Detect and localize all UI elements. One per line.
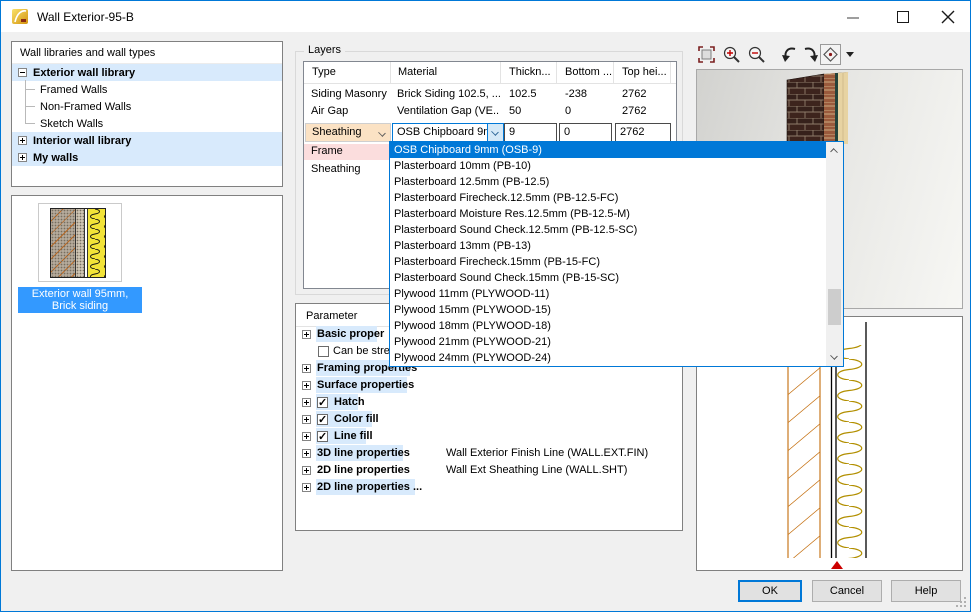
window-title: Wall Exterior-95-B	[37, 10, 134, 24]
dropdown-option[interactable]: Plasterboard Sound Check.12.5mm (PB-12.5…	[390, 222, 826, 238]
tree-branch-line	[25, 81, 38, 98]
top-height-input[interactable]: 2762	[615, 123, 671, 142]
dropdown-scrollbar[interactable]	[826, 142, 843, 366]
table-row[interactable]: Siding Masonry Brick Siding 102.5, ... 1…	[304, 86, 676, 103]
expand-icon[interactable]	[18, 136, 27, 145]
param-row-2d-line-properties[interactable]: 2D line properties Wall Ext Sheathing Li…	[296, 462, 410, 478]
tree-item-sketch-walls[interactable]: Sketch Walls	[12, 115, 282, 132]
checkbox-checked[interactable]	[317, 397, 328, 408]
wall-thumbnail[interactable]	[38, 203, 122, 282]
expand-icon[interactable]	[302, 466, 311, 475]
dropdown-option-selected[interactable]: OSB Chipboard 9mm (OSB-9)	[390, 142, 826, 158]
material-dropdown-list: OSB Chipboard 9mm (OSB-9) Plasterboard 1…	[389, 141, 844, 367]
title-bar: Wall Exterior-95-B	[1, 1, 970, 32]
param-row-3d-line-properties[interactable]: 3D line properties Wall Exterior Finish …	[296, 445, 410, 461]
column-header-material[interactable]: Material	[391, 62, 501, 83]
rotate-cw-icon[interactable]	[780, 45, 799, 64]
layer-type-combobox[interactable]: Sheathing	[305, 123, 391, 142]
dropdown-option[interactable]: Plasterboard 12.5mm (PB-12.5)	[390, 174, 826, 190]
tree-branch-line	[25, 98, 38, 115]
table-row[interactable]: Air Gap Ventilation Gap (VE... 50 0 2762	[304, 103, 676, 120]
zoom-in-icon[interactable]	[722, 45, 741, 64]
expand-icon[interactable]	[302, 381, 311, 390]
bottom-input[interactable]: 0	[559, 123, 612, 142]
insulation-layer-hatch	[88, 209, 105, 277]
combobox-dropdown-button[interactable]	[487, 124, 503, 141]
pan-mode-dropdown-icon[interactable]	[846, 52, 854, 57]
column-header-type[interactable]: Type	[304, 62, 391, 83]
param-row-color-fill[interactable]: Color fill	[296, 411, 379, 427]
collapse-icon[interactable]	[18, 68, 27, 77]
tree-branch-line	[25, 115, 38, 132]
rotate-ccw-icon[interactable]	[801, 45, 820, 64]
fit-view-icon[interactable]	[697, 45, 716, 64]
scroll-up-icon[interactable]	[826, 142, 843, 159]
expand-icon[interactable]	[302, 415, 311, 424]
expand-icon[interactable]	[302, 364, 311, 373]
pan-mode-button[interactable]	[820, 44, 841, 65]
dropdown-option[interactable]: Plywood 24mm (PLYWOOD-24)	[390, 350, 826, 366]
tree-item-framed-walls[interactable]: Framed Walls	[12, 81, 282, 98]
tree-item-exterior-wall-library[interactable]: Exterior wall library	[12, 64, 282, 81]
dropdown-option[interactable]: Plasterboard 13mm (PB-13)	[390, 238, 826, 254]
minimize-icon[interactable]	[847, 17, 859, 19]
dropdown-option[interactable]: Plasterboard Moisture Res.12.5mm (PB-12.…	[390, 206, 826, 222]
layers-group-label: Layers	[304, 44, 345, 56]
brick-layer-hatch	[51, 209, 76, 277]
chevron-down-icon	[378, 129, 386, 137]
table-row-editing: Sheathing OSB Chipboard 9n 9 0 2762	[304, 123, 676, 142]
gap-layer-hatch	[76, 209, 85, 277]
tree-item-non-framed-walls[interactable]: Non-Framed Walls	[12, 98, 282, 115]
dropdown-option[interactable]: Plywood 11mm (PLYWOOD-11)	[390, 286, 826, 302]
resize-grip[interactable]	[956, 597, 966, 607]
tree-item-interior-wall-library[interactable]: Interior wall library	[12, 132, 282, 149]
dropdown-option[interactable]: Plasterboard Firecheck.12.5mm (PB-12.5-F…	[390, 190, 826, 206]
cancel-button[interactable]: Cancel	[812, 580, 882, 602]
tree-item-my-walls[interactable]: My walls	[12, 149, 282, 166]
maximize-icon[interactable]	[897, 11, 909, 23]
param-row-line-fill[interactable]: Line fill	[296, 428, 373, 444]
layer-material-combobox[interactable]: OSB Chipboard 9n	[392, 123, 504, 142]
param-row-surface-properties[interactable]: Surface properties	[296, 377, 414, 393]
param-row-can-be-stretched[interactable]: Can be stre	[296, 343, 390, 359]
dropdown-option[interactable]: Plywood 15mm (PLYWOOD-15)	[390, 302, 826, 318]
dropdown-option[interactable]: Plywood 21mm (PLYWOOD-21)	[390, 334, 826, 350]
expand-icon[interactable]	[302, 483, 311, 492]
checkbox-checked[interactable]	[317, 431, 328, 442]
wall-library-panel: Wall libraries and wall types Exterior w…	[11, 41, 283, 187]
layers-table-header: Type Material Thickn... Bottom ... Top h…	[304, 62, 676, 84]
expand-icon[interactable]	[302, 398, 311, 407]
expand-icon[interactable]	[18, 153, 27, 162]
wall-library-header: Wall libraries and wall types	[12, 42, 282, 64]
zoom-out-icon[interactable]	[747, 45, 766, 64]
dropdown-option[interactable]: Plasterboard Sound Check.15mm (PB-15-SC)	[390, 270, 826, 286]
column-header-top[interactable]: Top hei...	[614, 62, 671, 83]
dropdown-option[interactable]: Plasterboard 10mm (PB-10)	[390, 158, 826, 174]
help-button[interactable]: Help	[891, 580, 961, 602]
scrollbar-thumb[interactable]	[828, 289, 841, 325]
close-icon[interactable]	[940, 9, 956, 25]
wall-type-list-panel: Exterior wall 95mm, Brick siding	[11, 195, 283, 571]
expand-icon[interactable]	[302, 432, 311, 441]
column-header-bottom[interactable]: Bottom ...	[557, 62, 614, 83]
thickness-input[interactable]: 9	[504, 123, 557, 142]
chevron-down-icon	[491, 128, 499, 136]
param-row-basic-properties[interactable]: Basic proper	[296, 326, 384, 342]
expand-icon[interactable]	[302, 330, 311, 339]
checkbox-unchecked[interactable]	[318, 346, 329, 357]
wall-cross-section-image	[50, 208, 106, 278]
param-row-2d-line-properties-2[interactable]: 2D line properties ...	[296, 479, 422, 495]
dropdown-option[interactable]: Plasterboard Firecheck.15mm (PB-15-FC)	[390, 254, 826, 270]
dropdown-option[interactable]: Plywood 18mm (PLYWOOD-18)	[390, 318, 826, 334]
expand-icon[interactable]	[302, 449, 311, 458]
param-row-hatch[interactable]: Hatch	[296, 394, 365, 410]
wall-type-selected-label[interactable]: Exterior wall 95mm, Brick siding	[18, 287, 142, 313]
checkbox-checked[interactable]	[317, 414, 328, 425]
app-icon	[12, 8, 29, 25]
scroll-down-icon[interactable]	[826, 349, 843, 366]
dialog-window: Wall Exterior-95-B Wall libraries and wa…	[0, 0, 971, 612]
ok-button[interactable]: OK	[738, 580, 802, 602]
column-header-thickness[interactable]: Thickn...	[501, 62, 557, 83]
